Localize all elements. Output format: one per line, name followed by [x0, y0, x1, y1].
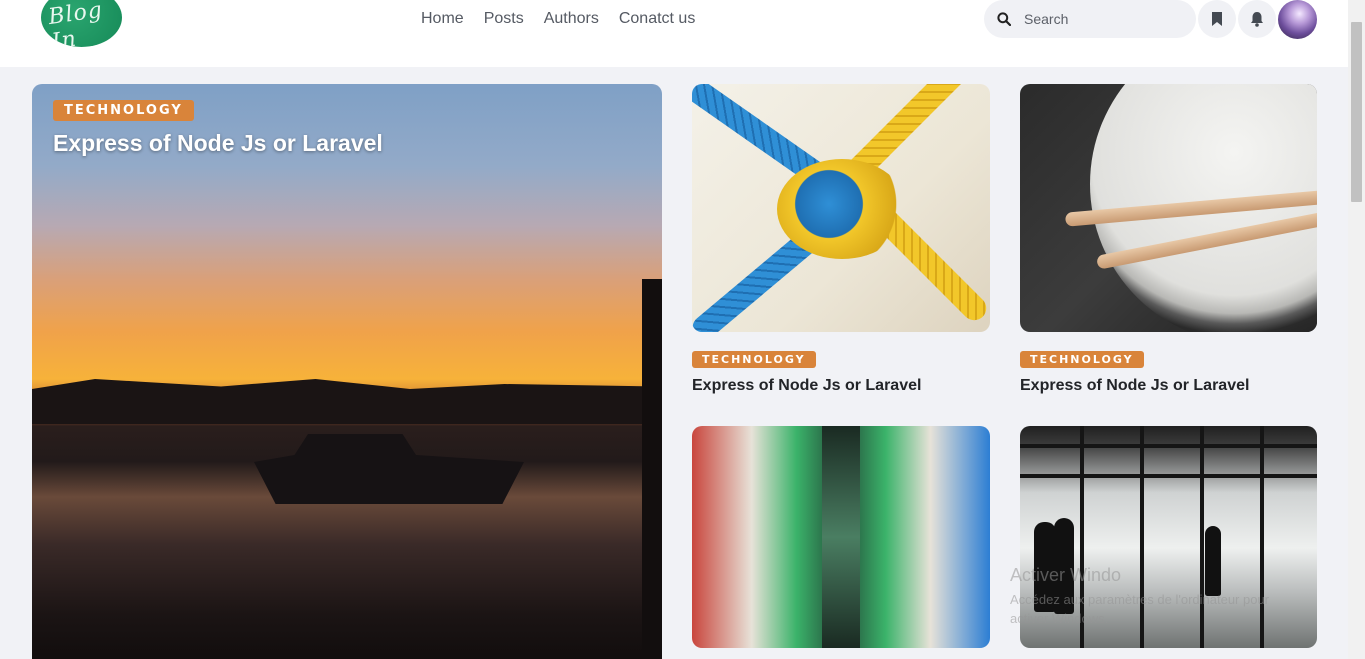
card-2-title[interactable]: Express of Node Js or Laravel: [1020, 377, 1249, 395]
card-1-title[interactable]: Express of Node Js or Laravel: [692, 377, 921, 395]
spool-aisle: [822, 426, 860, 648]
hero-post-image[interactable]: TECHNOLOGY Express of Node Js or Laravel: [32, 84, 662, 659]
window-frame: [1020, 444, 1317, 448]
window-frame: [1260, 426, 1264, 648]
shore-silhouette: [32, 379, 662, 424]
person-silhouette: [1054, 518, 1074, 614]
pier-post: [642, 279, 662, 659]
scrollbar-thumb[interactable]: [1351, 22, 1362, 202]
post-image-spools[interactable]: [692, 426, 990, 648]
search-box[interactable]: [984, 0, 1196, 38]
knot: [777, 159, 907, 259]
window-frame: [1080, 426, 1084, 648]
logo-text: Blog In: [46, 0, 105, 47]
nav-authors[interactable]: Authors: [544, 9, 599, 29]
hero-category-badge[interactable]: TECHNOLOGY: [53, 100, 194, 121]
bookmark-icon: [1212, 12, 1222, 26]
notifications-button[interactable]: [1238, 0, 1276, 38]
post-image-rope[interactable]: [692, 84, 990, 332]
search-icon: [997, 12, 1011, 26]
card-1-category-badge[interactable]: TECHNOLOGY: [692, 351, 816, 368]
boat-silhouette: [254, 434, 524, 504]
nav-home[interactable]: Home: [421, 9, 464, 29]
window-frame: [1020, 474, 1317, 478]
bell-icon: [1251, 12, 1263, 27]
main-nav: Home Posts Authors Conatct us: [421, 9, 695, 29]
user-avatar[interactable]: [1278, 0, 1317, 39]
nav-posts[interactable]: Posts: [484, 9, 524, 29]
bookmark-button[interactable]: [1198, 0, 1236, 38]
post-image-airport[interactable]: [1020, 426, 1317, 648]
person-silhouette: [1034, 522, 1056, 612]
nav-contact[interactable]: Conatct us: [619, 9, 695, 29]
hero-post-title[interactable]: Express of Node Js or Laravel: [53, 130, 383, 157]
person-silhouette: [1205, 526, 1221, 596]
window-frame: [1200, 426, 1204, 648]
search-input[interactable]: [1024, 11, 1184, 27]
top-header: Blog In Home Posts Authors Conatct us: [0, 0, 1348, 67]
window-frame: [1140, 426, 1144, 648]
post-image-drum[interactable]: [1020, 84, 1317, 332]
card-2-category-badge[interactable]: TECHNOLOGY: [1020, 351, 1144, 368]
site-logo[interactable]: Blog In: [41, 0, 122, 47]
